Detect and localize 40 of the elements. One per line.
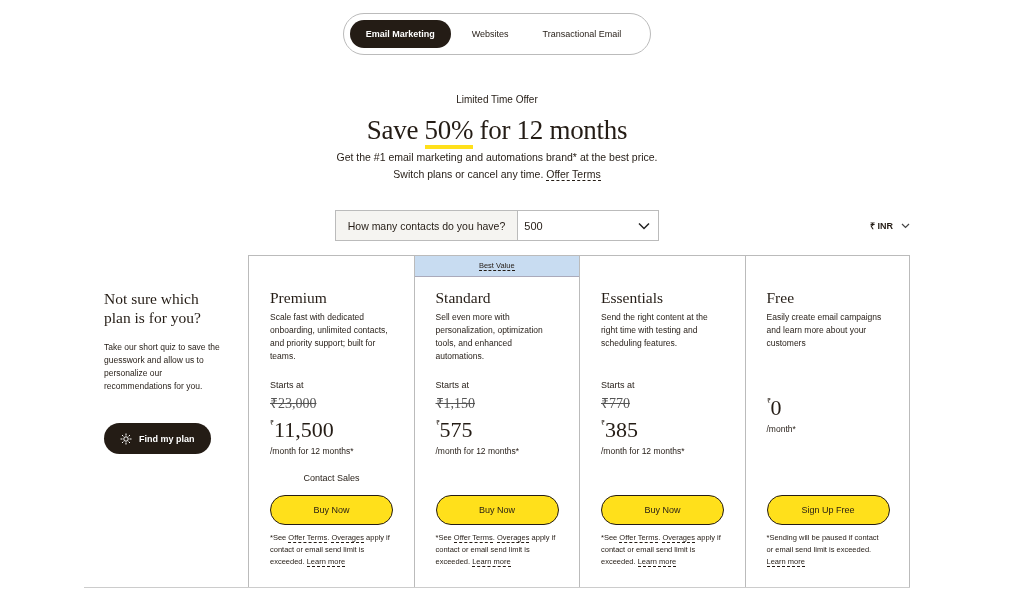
chevron-down-icon [638,221,651,230]
quiz-title: Not sure which plan is for you? [104,289,202,327]
product-tab[interactable]: Transactional Email [529,20,635,48]
price-period: /month for 12 months* [270,445,355,457]
plan-description: Easily create email campaigns and learn more about your customers [766,311,883,350]
offer-headline: Save 50% for 12 months [366,113,628,147]
original-price: ₹770 [601,395,631,413]
price-period: /month for 12 months* [435,445,521,457]
buy-button[interactable]: Buy Now [601,495,724,525]
starts-at-label: Starts at [601,379,636,391]
buy-button[interactable]: Buy Now [270,495,393,525]
starts-at-label: Starts at [435,379,470,391]
plan-description: Send the right content at the right time with testing and scheduling features. [601,311,709,350]
find-plan-button[interactable]: Find my plan [104,423,211,454]
price-period: /month for 12 months* [601,445,686,457]
plan-name: Free [766,289,796,307]
currency-dropdown[interactable]: ₹ INR [870,219,910,232]
contact-sales-link[interactable]: Contact Sales [270,465,393,491]
product-tab[interactable]: Email Marketing [349,20,451,48]
sparkle-icon [120,432,132,445]
plan-name: Premium [270,289,328,307]
quiz-text: Take our short quiz to save the guesswork and allow us to personalize our recommendations for you. [104,341,221,393]
original-price: ₹1,150 [435,395,476,413]
product-tab[interactable]: Websites [458,20,522,48]
offer-subtitle: Switch plans or cancel any time. Offer Terms [393,167,601,183]
chevron-down-icon [901,222,910,229]
plan-description: Scale fast with dedicated onboarding, unlimited contacts, and priority support; built for teams. [270,311,389,363]
buy-button[interactable]: Buy Now [435,495,559,525]
offer-terms-link[interactable]: Offer Terms [546,168,601,181]
contacts-label: How many contacts do you have? [335,211,519,240]
offer-eyebrow: Limited Time Offer [456,93,538,107]
original-price: ₹23,000 [270,395,318,413]
plan-name: Essentials [601,289,664,307]
buy-button[interactable]: Sign Up Free [766,495,890,525]
offer-subtitle: Get the #1 email marketing and automations brand* at the best price. [336,150,658,165]
plan-description: Sell even more with personalization, optimization tools, and enhanced automations. [435,311,544,363]
price-period: /month* [766,423,797,435]
plan-name: Standard [435,289,492,307]
contacts-dropdown[interactable]: 500 [518,211,659,240]
starts-at-label: Starts at [270,379,305,391]
